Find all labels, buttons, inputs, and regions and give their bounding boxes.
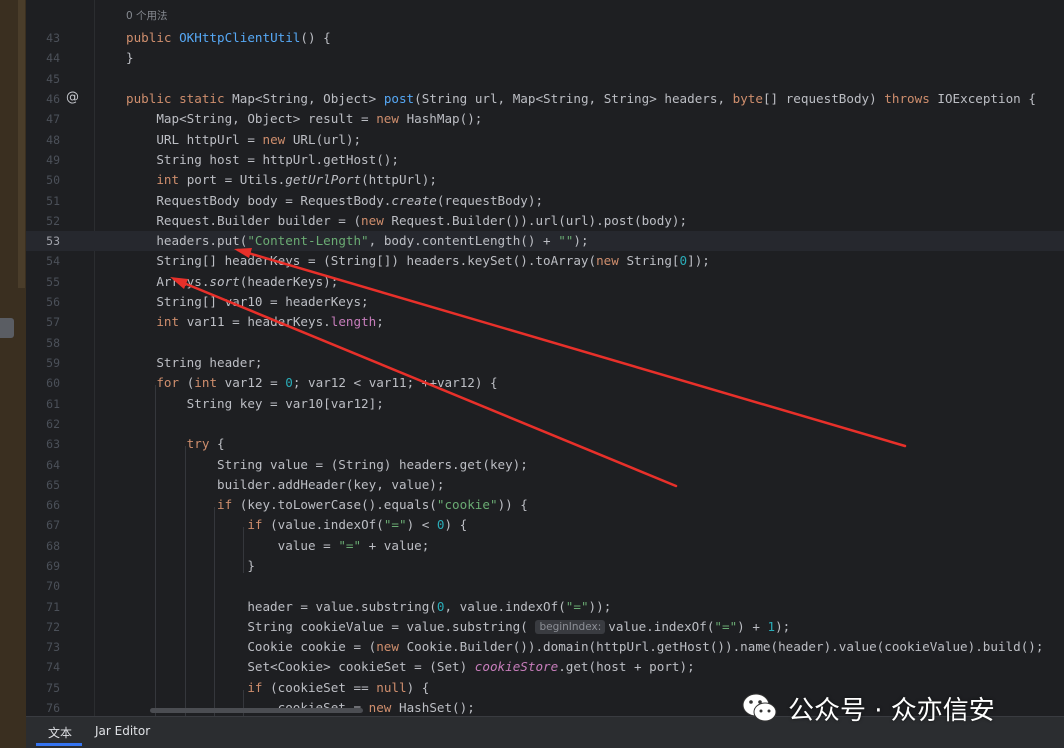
code-line: 73 Cookie cookie = (new Cookie.Builder()… <box>26 637 1064 657</box>
code-editor[interactable]: 0 个用法 @ 43 public OKHttpClientUtil() { 44… <box>26 0 1064 716</box>
line-number: 44 <box>46 51 60 65</box>
code-line: 60 for (int var12 = 0; var12 < var11; ++… <box>26 373 1064 393</box>
line-number: 54 <box>46 254 60 268</box>
code-line: 67 if (value.indexOf("=") < 0) { <box>26 515 1064 535</box>
code-line: 72 String cookieValue = value.substring(… <box>26 617 1064 637</box>
line-number: 74 <box>46 660 60 674</box>
code-line: 74 Set<Cookie> cookieSet = (Set) cookieS… <box>26 657 1064 677</box>
line-number: 48 <box>46 133 60 147</box>
code-line: 62 <box>26 414 1064 434</box>
code-line: 51 RequestBody body = RequestBody.create… <box>26 191 1064 211</box>
line-number: 64 <box>46 458 60 472</box>
line-number: 46 <box>46 92 60 106</box>
line-number: 45 <box>46 72 60 86</box>
code-line: 63 try { <box>26 434 1064 454</box>
code-line: 54 String[] headerKeys = (String[]) head… <box>26 251 1064 271</box>
usage-hint[interactable]: 0 个用法 <box>126 8 168 23</box>
code-line: 69 } <box>26 556 1064 576</box>
line-number: 47 <box>46 112 60 126</box>
line-number: 56 <box>46 295 60 309</box>
line-number: 67 <box>46 518 60 532</box>
watermark: 公众号 · 众亦信安 <box>740 688 995 728</box>
code-line: 71 header = value.substring(0, value.ind… <box>26 597 1064 617</box>
line-number: 73 <box>46 640 60 654</box>
code-line: 50 int port = Utils.getUrlPort(httpUrl); <box>26 170 1064 190</box>
line-number: 63 <box>46 437 60 451</box>
line-number: 49 <box>46 153 60 167</box>
code-line: 64 String value = (String) headers.get(k… <box>26 455 1064 475</box>
code-line: 57 int var11 = headerKeys.length; <box>26 312 1064 332</box>
code-line: 44} <box>26 48 1064 68</box>
line-number: 50 <box>46 173 60 187</box>
code-line: 65 builder.addHeader(key, value); <box>26 475 1064 495</box>
active-tab-indicator <box>36 743 82 746</box>
line-number: 70 <box>46 579 60 593</box>
tab-text[interactable]: 文本 <box>48 724 72 741</box>
watermark-text: 公众号 · 众亦信安 <box>788 695 995 726</box>
line-number: 51 <box>46 194 60 208</box>
code-line: 45 <box>26 69 1064 89</box>
code-line: 58 <box>26 333 1064 353</box>
code-line: 47 Map<String, Object> result = new Hash… <box>26 109 1064 129</box>
line-number: 55 <box>46 275 60 289</box>
line-number: 60 <box>46 376 60 390</box>
line-number: 43 <box>46 31 60 45</box>
code-line: 46 public static Map<String, Object> post… <box>26 89 1064 109</box>
wechat-icon <box>742 693 777 722</box>
code-line: 68 value = "=" + value; <box>26 536 1064 556</box>
tool-strip-tab[interactable] <box>0 318 14 338</box>
line-number: 53 <box>46 234 60 248</box>
code-line: 59 String header; <box>26 353 1064 373</box>
line-number: 69 <box>46 559 60 573</box>
code-line: 48 URL httpUrl = new URL(url); <box>26 130 1064 150</box>
parameter-inlay-hint: beginIndex: <box>535 620 606 634</box>
tool-strip-bar <box>18 0 25 288</box>
line-number: 66 <box>46 498 60 512</box>
line-number: 52 <box>46 214 60 228</box>
line-number: 62 <box>46 417 60 431</box>
line-number: 57 <box>46 315 60 329</box>
code-line: 70 <box>26 576 1064 596</box>
line-number: 71 <box>46 600 60 614</box>
code-line: 52 Request.Builder builder = (new Reques… <box>26 211 1064 231</box>
horizontal-scrollbar[interactable] <box>150 708 363 713</box>
line-number: 58 <box>46 336 60 350</box>
line-number: 68 <box>46 539 60 553</box>
line-number: 59 <box>46 356 60 370</box>
line-number: 61 <box>46 397 60 411</box>
left-tool-strip <box>0 0 26 748</box>
code-line: 49 String host = httpUrl.getHost(); <box>26 150 1064 170</box>
code-line: 55 Arrays.sort(headerKeys); <box>26 272 1064 292</box>
line-number: 65 <box>46 478 60 492</box>
line-number: 72 <box>46 620 60 634</box>
code-line-current: 53 headers.put("Content-Length", body.co… <box>26 231 1064 251</box>
code-line: 56 String[] var10 = headerKeys; <box>26 292 1064 312</box>
code-line: 61 String key = var10[var12]; <box>26 394 1064 414</box>
tab-jar-editor[interactable]: Jar Editor <box>95 724 150 738</box>
line-number: 76 <box>46 701 60 715</box>
code-line: 66 if (key.toLowerCase().equals("cookie"… <box>26 495 1064 515</box>
code-line: 43 public OKHttpClientUtil() { <box>26 28 1064 48</box>
line-number: 75 <box>46 681 60 695</box>
